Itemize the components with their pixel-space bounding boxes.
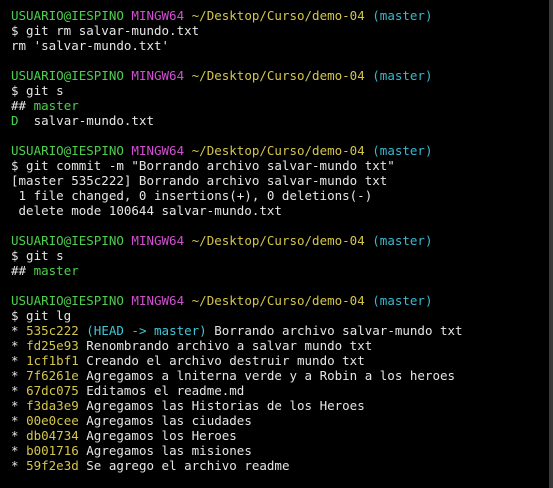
log-hash: 00e0cee	[26, 413, 79, 428]
log-message: Agregamos a lniterna verde y a Robin a l…	[86, 368, 456, 383]
log-entry: * 67dc075 Editamos el readme.md	[11, 383, 553, 398]
vertical-scrollbar[interactable]	[549, 0, 553, 488]
prompt-line: USUARIO@IESPINO MINGW64 ~/Desktop/Curso/…	[11, 8, 553, 23]
log-entry: * f3da3e9 Agregamos las Historias de los…	[11, 398, 553, 413]
prompt-path: ~/Desktop/Curso/demo-04	[191, 143, 365, 158]
log-bullet: *	[11, 368, 19, 383]
command-line: $ git lg	[11, 308, 72, 323]
prompt-line: USUARIO@IESPINO MINGW64 ~/Desktop/Curso/…	[11, 233, 553, 248]
log-message: Creando el archivo destruir mundo txt	[86, 353, 365, 368]
status-branch-name: master	[33, 263, 79, 278]
log-bullet: *	[11, 338, 19, 353]
prompt-shell: MINGW64	[131, 293, 185, 308]
command-line: $ git s	[11, 83, 64, 98]
log-entry: * b001716 Agregamos las misiones	[11, 443, 553, 458]
prompt-user: USUARIO@IESPINO	[11, 143, 124, 158]
prompt-shell: MINGW64	[131, 8, 185, 23]
prompt-path: ~/Desktop/Curso/demo-04	[191, 293, 365, 308]
status-branch-prefix: ##	[11, 98, 27, 113]
command-line: $ git commit -m "Borrando archivo salvar…	[11, 158, 395, 173]
log-entry: * 1cf1bf1 Creando el archivo destruir mu…	[11, 353, 553, 368]
prompt-line: USUARIO@IESPINO MINGW64 ~/Desktop/Curso/…	[11, 68, 553, 83]
log-bullet: *	[11, 428, 19, 443]
prompt-shell: MINGW64	[131, 143, 185, 158]
log-head-ref: (HEAD -> master)	[86, 323, 207, 338]
prompt-path: ~/Desktop/Curso/demo-04	[191, 233, 365, 248]
prompt-shell: MINGW64	[131, 68, 185, 83]
log-hash: b001716	[26, 443, 79, 458]
status-branch-prefix: ##	[11, 263, 27, 278]
prompt-shell: MINGW64	[131, 233, 185, 248]
log-entry: * 7f6261e Agregamos a lniterna verde y a…	[11, 368, 553, 383]
prompt-path: ~/Desktop/Curso/demo-04	[191, 8, 365, 23]
prompt-line: USUARIO@IESPINO MINGW64 ~/Desktop/Curso/…	[11, 143, 553, 158]
prompt-branch: (master)	[372, 143, 433, 158]
log-bullet: *	[11, 443, 19, 458]
scrollbar-thumb[interactable]	[549, 0, 553, 488]
status-file-line: D salvar-mundo.txt	[11, 113, 553, 128]
log-hash: 67dc075	[26, 383, 79, 398]
log-message: Agregamos las Historias de los Heroes	[86, 398, 365, 413]
log-message: Se agrego el archivo readme	[86, 458, 290, 473]
log-message: Agregamos las ciudades	[86, 413, 252, 428]
log-entry: * 535c222 (HEAD -> master) Borrando arch…	[11, 323, 553, 338]
status-branch-line: ## master	[11, 98, 553, 113]
log-message: Editamos el readme.md	[86, 383, 245, 398]
prompt-user: USUARIO@IESPINO	[11, 8, 124, 23]
log-message: Renombrando archivo a salvar mundo txt	[86, 338, 373, 353]
output-line: [master 535c222] Borrando archivo salvar…	[11, 173, 388, 188]
log-bullet: *	[11, 413, 19, 428]
log-bullet: *	[11, 353, 19, 368]
prompt-line: USUARIO@IESPINO MINGW64 ~/Desktop/Curso/…	[11, 293, 553, 308]
log-hash: 1cf1bf1	[26, 353, 79, 368]
prompt-user: USUARIO@IESPINO	[11, 68, 124, 83]
command-line: $ git rm salvar-mundo.txt	[11, 23, 200, 38]
terminal-window[interactable]: USUARIO@IESPINO MINGW64 ~/Desktop/Curso/…	[0, 0, 553, 488]
log-bullet: *	[11, 383, 19, 398]
prompt-user: USUARIO@IESPINO	[11, 233, 124, 248]
prompt-branch: (master)	[372, 68, 433, 83]
log-hash: 7f6261e	[26, 368, 79, 383]
status-branch-name: master	[33, 98, 79, 113]
log-hash: 59f2e3d	[26, 458, 79, 473]
output-line: delete mode 100644 salvar-mundo.txt	[11, 203, 282, 218]
status-flag-deleted: D	[11, 113, 19, 128]
log-bullet: *	[11, 398, 19, 413]
log-hash: f3da3e9	[26, 398, 79, 413]
output-line: 1 file changed, 0 insertions(+), 0 delet…	[11, 188, 373, 203]
log-hash: 535c222	[26, 323, 79, 338]
status-file-name: salvar-mundo.txt	[33, 113, 155, 128]
git-log-list: * 535c222 (HEAD -> master) Borrando arch…	[11, 323, 553, 473]
output-line: rm 'salvar-mundo.txt'	[11, 38, 170, 53]
prompt-branch: (master)	[372, 293, 433, 308]
log-bullet: *	[11, 323, 19, 338]
log-entry: * db04734 Agregamos los Heroes	[11, 428, 553, 443]
command-line: $ git s	[11, 248, 64, 263]
log-entry: * 59f2e3d Se agrego el archivo readme	[11, 458, 553, 473]
log-message: Agregamos los Heroes	[86, 428, 237, 443]
log-entry: * 00e0cee Agregamos las ciudades	[11, 413, 553, 428]
prompt-branch: (master)	[372, 8, 433, 23]
log-hash: db04734	[26, 428, 79, 443]
log-message: Borrando archivo salvar-mundo txt	[214, 323, 463, 338]
status-branch-line: ## master	[11, 263, 553, 278]
log-entry: * fd25e93 Renombrando archivo a salvar m…	[11, 338, 553, 353]
log-message: Agregamos las misiones	[86, 443, 252, 458]
prompt-path: ~/Desktop/Curso/demo-04	[191, 68, 365, 83]
prompt-branch: (master)	[372, 233, 433, 248]
log-bullet: *	[11, 458, 19, 473]
prompt-user: USUARIO@IESPINO	[11, 293, 124, 308]
log-hash: fd25e93	[26, 338, 79, 353]
